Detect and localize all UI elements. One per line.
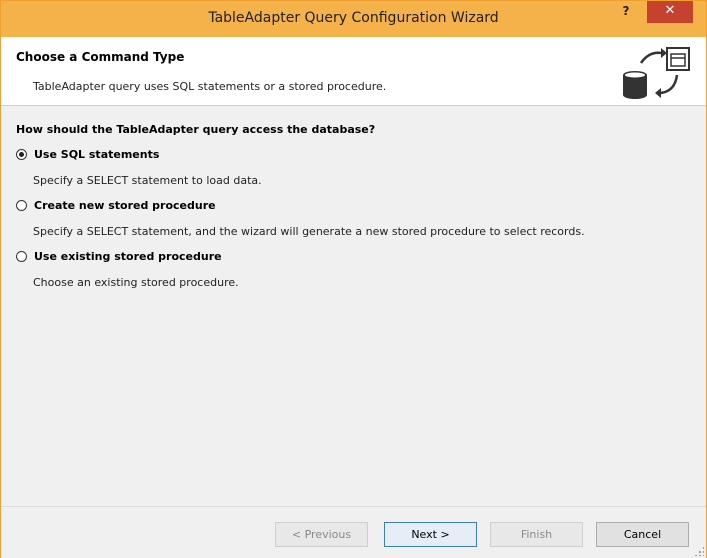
wizard-window: TableAdapter Query Configuration Wizard … bbox=[0, 0, 707, 558]
page-title: Choose a Command Type bbox=[16, 50, 185, 64]
option-use-sql-statements[interactable]: Use SQL statements bbox=[16, 148, 159, 161]
cancel-button[interactable]: Cancel bbox=[596, 522, 689, 547]
option-use-existing-stored-procedure[interactable]: Use existing stored procedure bbox=[16, 250, 222, 263]
help-button[interactable]: ? bbox=[614, 1, 638, 23]
radio-create-new-stored-procedure[interactable] bbox=[16, 200, 27, 211]
resize-grip-icon[interactable] bbox=[694, 546, 704, 556]
finish-button[interactable]: Finish bbox=[490, 522, 583, 547]
option-description: Choose an existing stored procedure. bbox=[33, 276, 239, 289]
wizard-footer: < Previous Next > Finish Cancel bbox=[1, 506, 706, 558]
option-create-new-stored-procedure[interactable]: Create new stored procedure bbox=[16, 199, 216, 212]
option-description: Specify a SELECT statement, and the wiza… bbox=[33, 225, 585, 238]
radio-use-existing-stored-procedure[interactable] bbox=[16, 251, 27, 262]
option-description: Specify a SELECT statement to load data. bbox=[33, 174, 262, 187]
option-label[interactable]: Create new stored procedure bbox=[34, 199, 216, 212]
title-bar[interactable]: TableAdapter Query Configuration Wizard … bbox=[1, 1, 706, 37]
option-label[interactable]: Use existing stored procedure bbox=[34, 250, 222, 263]
wizard-header: Choose a Command Type TableAdapter query… bbox=[1, 37, 706, 106]
database-command-icon bbox=[623, 47, 690, 99]
page-subtitle: TableAdapter query uses SQL statements o… bbox=[33, 80, 387, 93]
previous-button[interactable]: < Previous bbox=[275, 522, 368, 547]
close-button[interactable]: ✕ bbox=[647, 1, 693, 23]
window-title: TableAdapter Query Configuration Wizard bbox=[208, 10, 499, 26]
access-question: How should the TableAdapter query access… bbox=[16, 123, 376, 136]
radio-use-sql-statements[interactable] bbox=[16, 149, 27, 160]
option-label[interactable]: Use SQL statements bbox=[34, 148, 159, 161]
next-button[interactable]: Next > bbox=[384, 522, 477, 547]
